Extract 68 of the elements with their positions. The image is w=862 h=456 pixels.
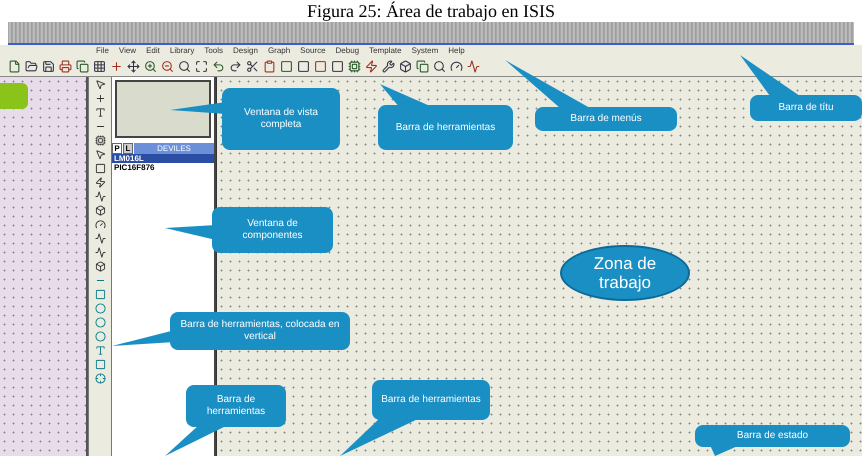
square-icon[interactable] bbox=[314, 60, 327, 73]
grid-icon[interactable] bbox=[93, 60, 106, 73]
copy-icon[interactable] bbox=[416, 60, 429, 73]
callout: Barra de herramientas bbox=[372, 380, 490, 420]
redo-icon[interactable] bbox=[229, 60, 242, 73]
menu-item[interactable]: Help bbox=[448, 46, 465, 56]
clipboard-icon[interactable] bbox=[263, 60, 276, 73]
component-shape bbox=[0, 83, 28, 109]
callout-pointer bbox=[740, 55, 800, 96]
wave-icon[interactable] bbox=[467, 60, 480, 73]
square-icon[interactable] bbox=[331, 60, 344, 73]
device-item[interactable]: PIC16F876 bbox=[112, 163, 214, 172]
menu-item[interactable]: System bbox=[412, 46, 438, 56]
scissors-icon[interactable] bbox=[246, 60, 259, 73]
marker-icon[interactable] bbox=[94, 373, 106, 384]
save-icon[interactable] bbox=[42, 60, 55, 73]
box-icon[interactable] bbox=[399, 60, 412, 73]
printer-icon[interactable] bbox=[59, 60, 72, 73]
folder-icon[interactable] bbox=[25, 60, 38, 73]
callout: Ventana de componentes bbox=[212, 207, 333, 253]
selector-tab[interactable]: L bbox=[123, 143, 133, 154]
file-icon[interactable] bbox=[8, 60, 21, 73]
square-icon[interactable] bbox=[297, 60, 310, 73]
callout: Barra de herramientas, colocada en vertical bbox=[170, 312, 350, 350]
callout: Ventana de vista completa bbox=[222, 88, 340, 150]
pointer-icon[interactable] bbox=[94, 149, 106, 160]
menu-item[interactable]: File bbox=[96, 46, 109, 56]
menu-item[interactable]: Edit bbox=[146, 46, 160, 56]
figure-caption: Figura 25: Área de trabajo en ISIS bbox=[306, 0, 556, 22]
menu-item[interactable]: Library bbox=[170, 46, 194, 56]
menu-item[interactable]: View bbox=[118, 46, 136, 56]
undo-icon[interactable] bbox=[212, 60, 225, 73]
gauge-icon[interactable] bbox=[94, 219, 106, 230]
pointer-icon[interactable] bbox=[94, 79, 106, 90]
square-icon[interactable] bbox=[280, 60, 293, 73]
chip-icon[interactable] bbox=[348, 60, 361, 73]
callout: Barra de títu bbox=[750, 95, 862, 121]
text-icon[interactable] bbox=[94, 107, 106, 118]
wave-icon[interactable] bbox=[94, 247, 106, 258]
device-item[interactable]: LM016L bbox=[112, 154, 214, 163]
search-icon[interactable] bbox=[433, 60, 446, 73]
wrench-icon[interactable] bbox=[382, 60, 395, 73]
zoom-out-icon[interactable] bbox=[161, 60, 174, 73]
menu-item[interactable]: Template bbox=[369, 46, 402, 56]
callout: Barra de menús bbox=[535, 107, 677, 131]
square-icon[interactable] bbox=[94, 163, 106, 174]
selector-tab[interactable]: P bbox=[112, 143, 122, 154]
gauge-icon[interactable] bbox=[450, 60, 463, 73]
plus-icon[interactable] bbox=[110, 60, 123, 73]
menu-item[interactable]: Graph bbox=[268, 46, 290, 56]
lightning-icon[interactable] bbox=[94, 177, 106, 188]
selector-header: DEVILES bbox=[134, 143, 214, 154]
search-icon[interactable] bbox=[178, 60, 191, 73]
move-icon[interactable] bbox=[127, 60, 140, 73]
menu-item[interactable]: Design bbox=[233, 46, 258, 56]
menu-item[interactable]: Debug bbox=[336, 46, 360, 56]
maximize-icon[interactable] bbox=[195, 60, 208, 73]
copy-icon[interactable] bbox=[76, 60, 89, 73]
box-icon[interactable] bbox=[94, 261, 106, 272]
menu-item[interactable]: Source bbox=[300, 46, 326, 56]
lightning-icon[interactable] bbox=[365, 60, 378, 73]
circle-icon[interactable] bbox=[94, 303, 106, 314]
chip-icon[interactable] bbox=[94, 135, 106, 146]
menu-item[interactable]: Tools bbox=[204, 46, 224, 56]
wave-icon[interactable] bbox=[94, 233, 106, 244]
plus-icon[interactable] bbox=[94, 93, 106, 104]
graph-icon[interactable] bbox=[94, 191, 106, 202]
zoom-in-icon[interactable] bbox=[144, 60, 157, 73]
